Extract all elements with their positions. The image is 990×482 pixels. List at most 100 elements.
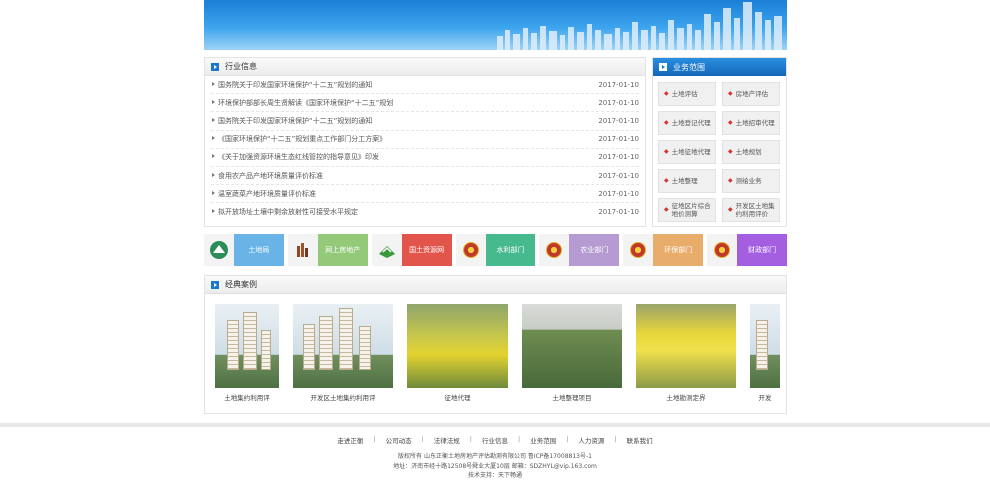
business-item-label: 房地产评估 xyxy=(735,90,769,98)
link-label: 水利部门 xyxy=(485,234,536,266)
case-item[interactable]: 土地勘测定界 xyxy=(636,304,736,402)
case-image[interactable] xyxy=(636,304,736,388)
case-image[interactable] xyxy=(215,304,279,388)
link-finance-dept[interactable]: 财政部门 xyxy=(707,234,788,266)
bullet-icon: ◆ xyxy=(728,90,733,97)
case-item[interactable]: 征地代理 xyxy=(407,304,508,402)
case-image[interactable] xyxy=(522,304,622,388)
news-item[interactable]: 国务院关于印发国家环境保护“十二五”规划的通知 2017-01-10 xyxy=(211,112,639,131)
business-item[interactable]: ◆ 土地评估 xyxy=(658,82,716,106)
news-item-title[interactable]: 《国家环境保护“十二五”规划重点工作部门分工方案》 xyxy=(211,134,386,144)
business-item[interactable]: ◆ 土地规划 xyxy=(722,140,780,164)
news-panel-header: 行业信息 xyxy=(205,58,645,76)
link-label: 环保部门 xyxy=(653,234,704,266)
land-bureau-logo-icon xyxy=(204,234,234,266)
case-caption[interactable]: 土地整理项目 xyxy=(553,392,592,402)
news-item-title[interactable]: 环境保护部部长周生贤解读《国家环境保护“十二五”规划 xyxy=(211,98,393,108)
footer-nav: 走进正衡 | 公司动态 | 法律法规 | 行业信息 | 业务范围 | 人力资源 | 联系我们 xyxy=(0,435,990,445)
news-item-title[interactable]: 温室蔬菜产地环境质量评价标准 xyxy=(211,189,316,199)
case-item[interactable]: 开发 xyxy=(750,304,780,402)
news-item[interactable]: 国务院关于印发国家环境保护“十二五”规划的通知 2017-01-10 xyxy=(211,76,639,95)
realestate-logo-icon xyxy=(287,234,318,266)
case-item[interactable]: 土地集约利用评 xyxy=(215,304,279,402)
case-caption[interactable]: 开发 xyxy=(759,392,772,402)
business-item[interactable]: ◆ 土地征地代理 xyxy=(658,140,716,164)
case-image[interactable] xyxy=(293,304,393,388)
case-caption[interactable]: 土地勘测定界 xyxy=(667,392,706,402)
case-caption[interactable]: 征地代理 xyxy=(445,392,471,402)
business-item[interactable]: ◆ 开发区土地集约利用评价 xyxy=(722,198,780,222)
business-item[interactable]: ◆ 测绘业务 xyxy=(722,169,780,193)
news-item-date: 2017-01-10 xyxy=(598,116,639,125)
business-item[interactable]: ◆ 土地登记代理 xyxy=(658,111,716,135)
land-resources-logo-icon xyxy=(371,234,402,266)
link-land-resources[interactable]: 国土资源网 xyxy=(371,234,452,266)
footer-nav-item[interactable]: 走进正衡 xyxy=(327,435,373,445)
news-item-title[interactable]: 国务院关于印发国家环境保护“十二五”规划的通知 xyxy=(211,116,372,126)
section-arrow-icon xyxy=(659,63,667,71)
business-item[interactable]: ◆ 土地整理 xyxy=(658,169,716,193)
news-item[interactable]: 《国家环境保护“十二五”规划重点工作部门分工方案》 2017-01-10 xyxy=(211,131,639,149)
news-item-date: 2017-01-10 xyxy=(598,208,639,217)
bullet-icon: ◆ xyxy=(728,206,733,213)
news-item[interactable]: 温室蔬菜产地环境质量评价标准 2017-01-10 xyxy=(211,185,639,204)
case-image[interactable] xyxy=(407,304,508,388)
business-item[interactable]: ◆ 征地区片综合地价测算 xyxy=(658,198,716,222)
footer-nav-item[interactable]: 人力资源 xyxy=(568,435,614,445)
news-item-title[interactable]: 食用农产品产地环境质量评价标准 xyxy=(211,171,323,181)
link-label: 国土资源网 xyxy=(401,234,452,266)
footer-support: 技术支持：天下畅通 xyxy=(467,472,522,479)
link-land-bureau[interactable]: 土地局 xyxy=(204,234,284,266)
case-caption[interactable]: 土地集约利用评 xyxy=(224,392,270,402)
news-panel-title: 行业信息 xyxy=(225,62,257,71)
footer-nav-item[interactable]: 业务范围 xyxy=(520,435,566,445)
news-list: 国务院关于印发国家环境保护“十二五”规划的通知 2017-01-10 环境保护部部… xyxy=(205,76,645,222)
cases-panel-title: 经典案例 xyxy=(225,280,257,289)
footer-nav-item[interactable]: 法律法规 xyxy=(424,435,470,445)
news-item-title[interactable]: 国务院关于印发国家环境保护“十二五”规划的通知 xyxy=(211,80,372,90)
business-item-label: 土地征地代理 xyxy=(671,148,711,156)
cases-panel-header: 经典案例 xyxy=(205,276,786,294)
business-item-label: 征地区片综合地价测算 xyxy=(671,202,711,218)
bullet-icon: ◆ xyxy=(664,177,669,184)
news-panel: 行业信息 国务院关于印发国家环境保护“十二五”规划的通知 2017-01-10 环… xyxy=(204,57,646,227)
news-item-date: 2017-01-10 xyxy=(598,171,639,180)
case-caption[interactable]: 开发区土地集约利用评 xyxy=(311,392,376,402)
business-item[interactable]: ◆ 房地产评估 xyxy=(722,82,780,106)
news-item[interactable]: 《关于加强资源环境生态红线管控的指导意见》印发 2017-01-10 xyxy=(211,149,639,167)
header-banner xyxy=(204,0,787,50)
footer-copyright: 版权所有 山东正衡土地房地产评估勘测有限公司 鲁ICP备17008813号-1 xyxy=(398,453,592,460)
case-item[interactable]: 开发区土地集约利用评 xyxy=(293,304,393,402)
link-environment-dept[interactable]: 环保部门 xyxy=(623,234,704,266)
business-item-label: 测绘业务 xyxy=(735,177,762,185)
bullet-icon: ◆ xyxy=(728,177,733,184)
business-panel-title: 业务范围 xyxy=(673,62,705,72)
news-item[interactable]: 拟开放场址土壤中剩余放射性可接受水平规定 2017-01-10 xyxy=(211,203,639,221)
footer-nav-item[interactable]: 行业信息 xyxy=(472,435,518,445)
bullet-icon: ◆ xyxy=(664,206,669,213)
business-item-label: 土地整理 xyxy=(671,177,698,185)
footer: 走进正衡 | 公司动态 | 法律法规 | 行业信息 | 业务范围 | 人力资源 | 联系我们… xyxy=(0,423,990,482)
link-online-realestate[interactable]: 网上房地产 xyxy=(287,234,368,266)
case-image[interactable] xyxy=(750,304,780,388)
business-panel: 业务范围 ◆ 土地评估 ◆ 房地产评估 ◆ 土地登记代理 ◆ 土地招审代理 ◆ 土地征地代… xyxy=(652,57,787,227)
case-item[interactable]: 土地整理项目 xyxy=(522,304,622,402)
bullet-icon: ◆ xyxy=(664,119,669,126)
national-emblem-icon xyxy=(623,234,654,266)
link-label: 土地局 xyxy=(234,234,284,266)
business-item[interactable]: ◆ 土地招审代理 xyxy=(722,111,780,135)
link-water-dept[interactable]: 水利部门 xyxy=(455,234,536,266)
news-item-title[interactable]: 《关于加强资源环境生态红线管控的指导意见》印发 xyxy=(211,152,379,162)
footer-nav-item[interactable]: 联系我们 xyxy=(617,435,663,445)
business-panel-header: 业务范围 xyxy=(653,58,786,76)
footer-nav-item[interactable]: 公司动态 xyxy=(376,435,422,445)
news-item-date: 2017-01-10 xyxy=(598,135,639,144)
news-item[interactable]: 食用农产品产地环境质量评价标准 2017-01-10 xyxy=(211,167,639,186)
cases-carousel: 土地集约利用评 开发区土地集约利用评 征地代理 土地整理项目 土地勘测定界 开发 xyxy=(205,294,786,412)
link-agriculture-dept[interactable]: 农业部门 xyxy=(539,234,620,266)
business-item-label: 土地规划 xyxy=(735,148,762,156)
link-label: 财政部门 xyxy=(737,234,788,266)
news-item-title[interactable]: 拟开放场址土壤中剩余放射性可接受水平规定 xyxy=(211,207,358,217)
news-item[interactable]: 环境保护部部长周生贤解读《国家环境保护“十二五”规划 2017-01-10 xyxy=(211,94,639,113)
section-arrow-icon xyxy=(211,62,219,71)
